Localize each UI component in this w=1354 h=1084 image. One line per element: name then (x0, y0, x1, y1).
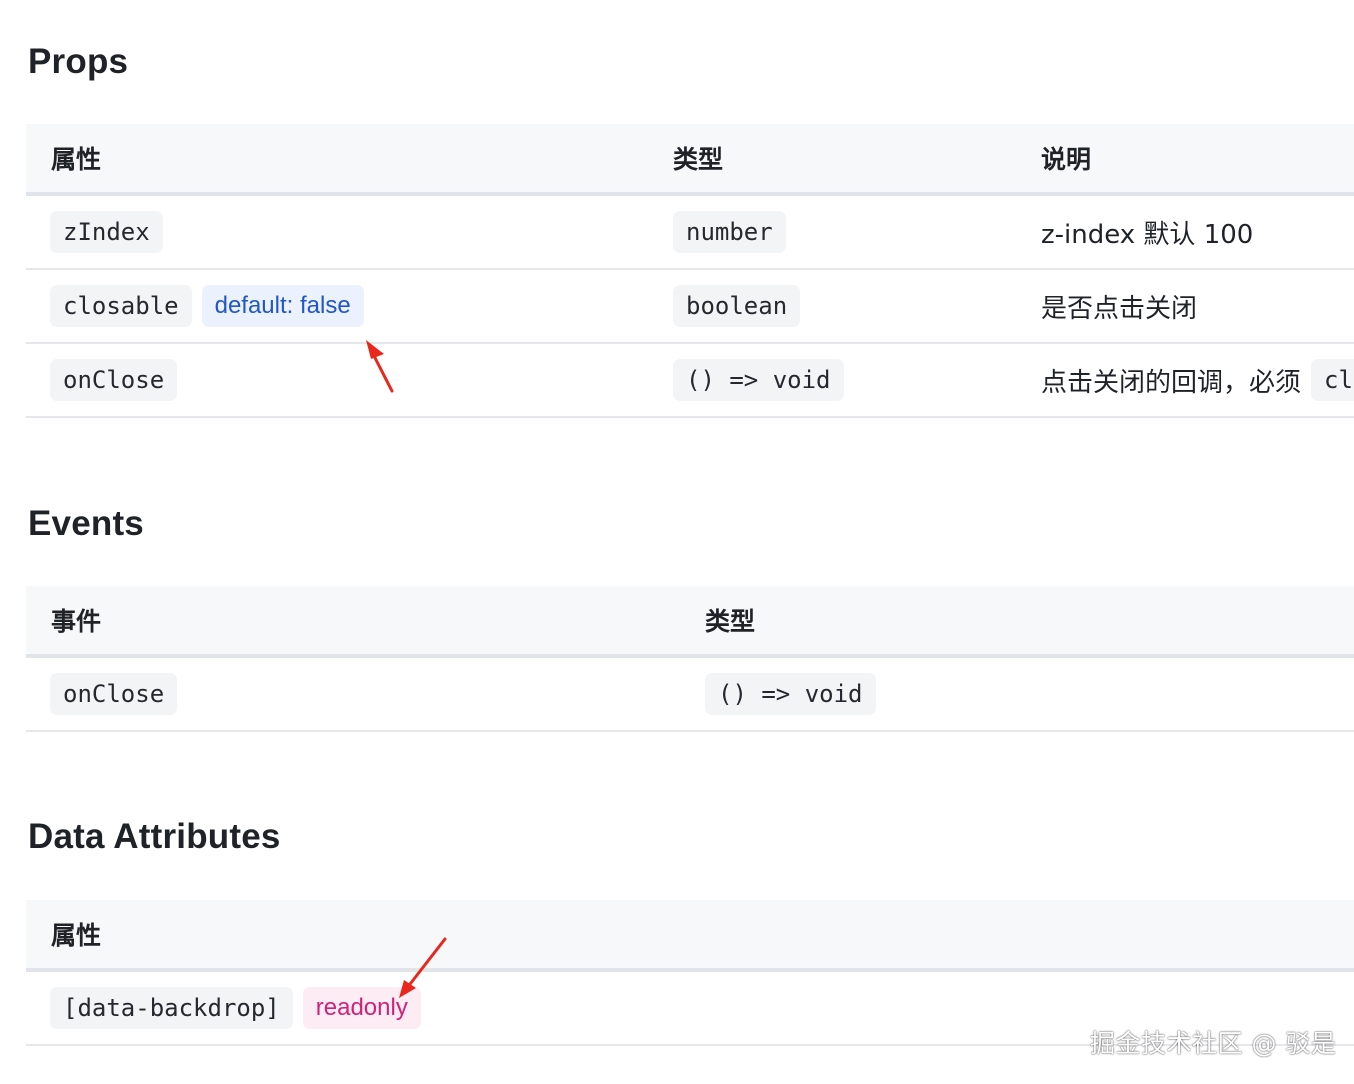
data-attributes-table-header: 属性 (26, 900, 1354, 972)
event-type: () => void (705, 673, 876, 715)
prop-type: boolean (673, 285, 801, 327)
prop-type: () => void (673, 359, 844, 401)
prop-description: 是否点击关闭 (1041, 293, 1198, 324)
watermark: 掘金技术社区 @ 驳是 (1090, 1029, 1337, 1058)
prop-description-code: cl (1311, 359, 1354, 401)
readonly-badge: readonly (302, 987, 421, 1029)
events-header-event: 事件 (51, 607, 102, 636)
prop-description: z-index 默认 100 (1041, 219, 1254, 250)
prop-name: zIndex (50, 211, 163, 253)
props-header-type: 类型 (673, 145, 724, 174)
docs-page: Props 属性 类型 说明 zIndex number z-index 默认 … (0, 0, 1354, 1084)
table-row: closable default: false boolean 是否点击关闭 (26, 270, 1354, 344)
prop-type: number (673, 211, 786, 253)
prop-description: 点击关闭的回调，必须 (1041, 367, 1302, 398)
props-header-attr: 属性 (51, 145, 102, 174)
props-heading: Props (28, 42, 129, 81)
table-row: onClose () => void 点击关闭的回调，必须 cl (26, 344, 1354, 418)
props-table-header: 属性 类型 说明 (26, 124, 1354, 196)
table-row: onClose () => void (26, 658, 1354, 732)
table-row: zIndex number z-index 默认 100 (26, 196, 1354, 270)
props-header-desc: 说明 (1041, 145, 1092, 174)
event-name: onClose (50, 673, 178, 715)
prop-name: onClose (50, 359, 178, 401)
prop-description-cell: 点击关闭的回调，必须 cl (1041, 344, 1354, 416)
prop-name: closable (50, 285, 192, 327)
events-header-type: 类型 (705, 607, 756, 636)
events-table: 事件 类型 onClose () => void (26, 586, 1354, 732)
default-badge: default: false (201, 285, 364, 327)
events-heading: Events (28, 504, 144, 543)
data-attributes-heading: Data Attributes (28, 817, 281, 856)
events-table-header: 事件 类型 (26, 586, 1354, 658)
props-table: 属性 类型 说明 zIndex number z-index 默认 100 cl… (26, 124, 1354, 418)
data-attribute-name: [data-backdrop] (50, 987, 293, 1029)
data-attributes-header-attr: 属性 (51, 921, 102, 950)
